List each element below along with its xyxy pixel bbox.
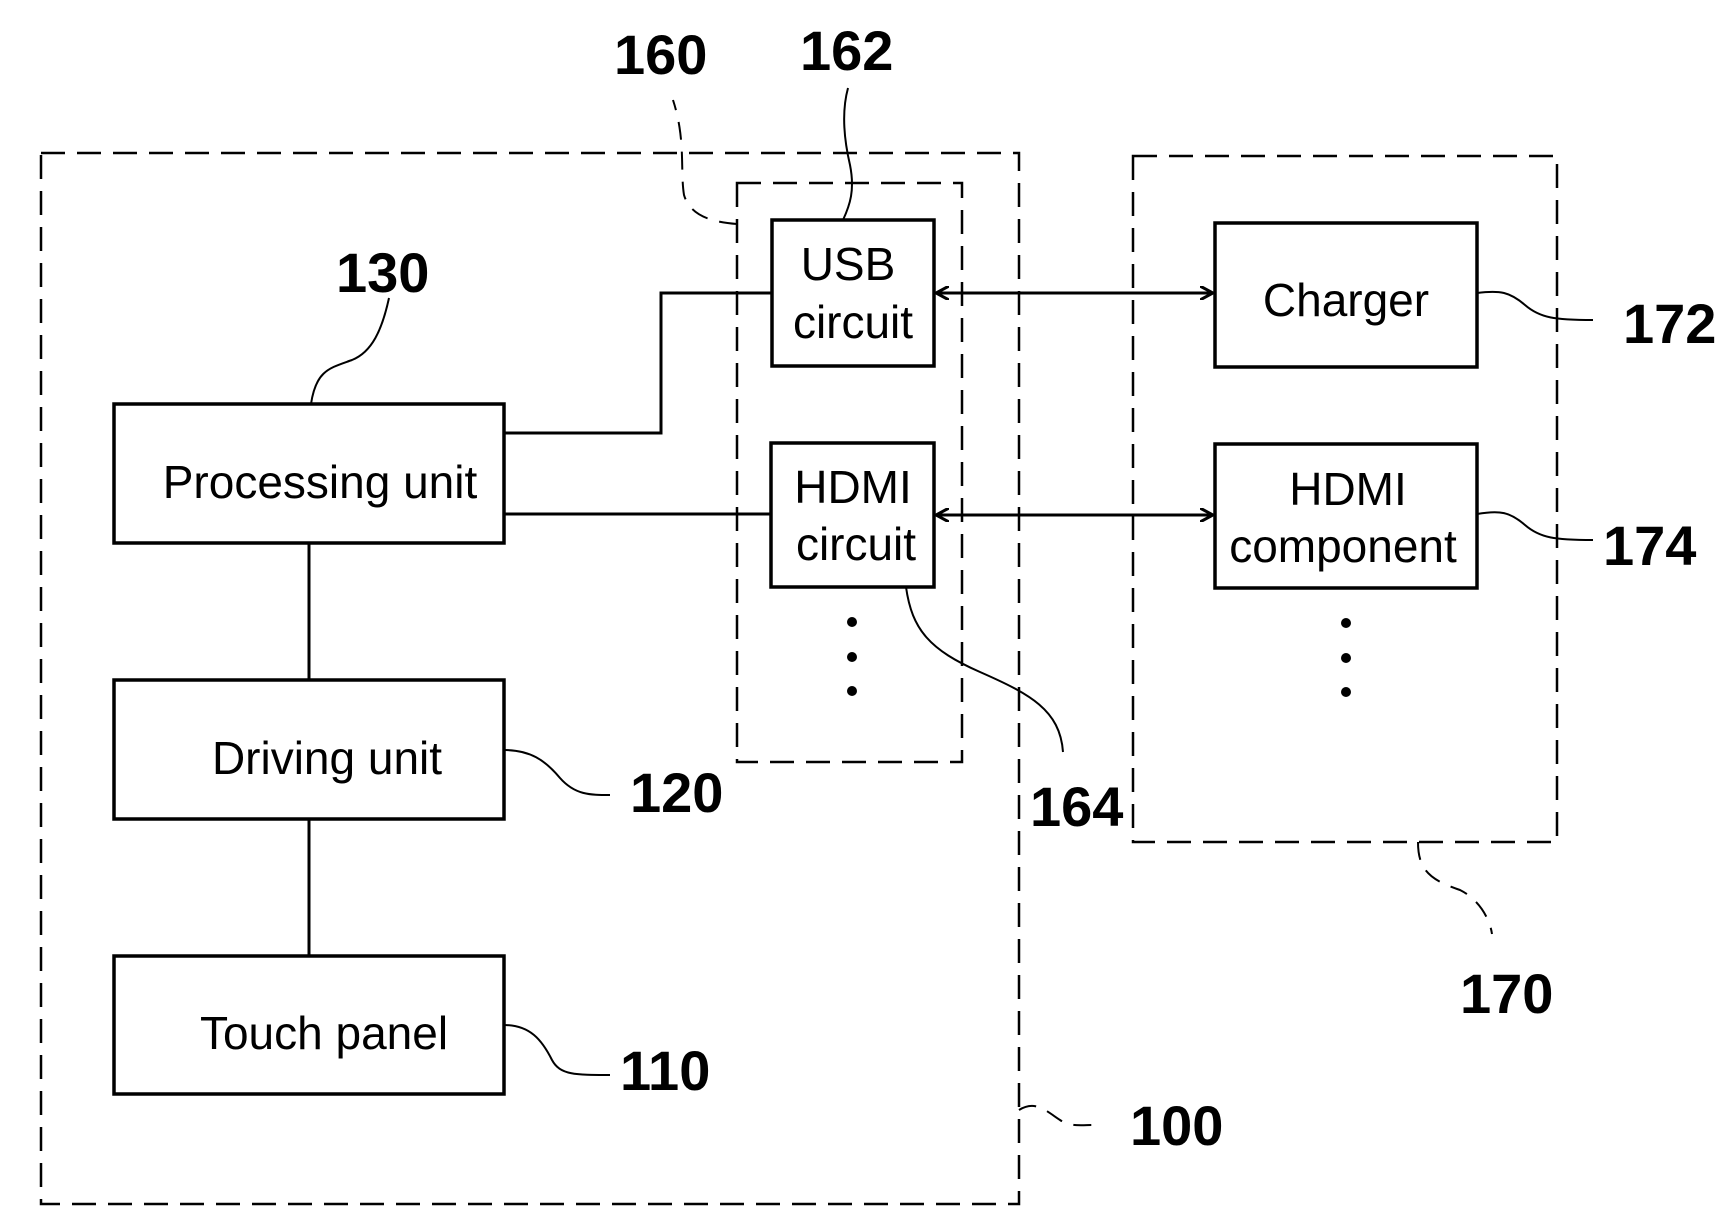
ref-172: 172 [1623, 292, 1716, 355]
ref-100: 100 [1130, 1094, 1223, 1157]
external-more-ellipsis [1341, 618, 1351, 697]
leader-130 [310, 297, 390, 405]
ref-120: 120 [630, 761, 723, 824]
leader-160 [672, 99, 738, 225]
usb-circuit-label-line1: USB [801, 238, 896, 290]
leader-100 [1018, 1104, 1096, 1127]
leader-120 [503, 749, 611, 796]
hdmi-circuit-label-line1: HDMI [794, 461, 912, 513]
leader-174 [1476, 511, 1594, 541]
interface-more-ellipsis [847, 617, 857, 696]
leader-172 [1476, 290, 1594, 321]
wire-processing-to-usb [504, 291, 772, 435]
leader-170 [1417, 841, 1493, 935]
ref-160: 160 [614, 23, 707, 86]
touch-panel-block: Touch panel [112, 954, 506, 1096]
ref-162: 162 [800, 19, 893, 82]
usb-circuit-label-line2: circuit [793, 296, 913, 348]
processing-unit-label: Processing unit [163, 456, 478, 508]
ref-110: 110 [620, 1039, 710, 1102]
leader-164 [905, 586, 1064, 753]
ref-130: 130 [336, 241, 429, 304]
driving-unit-block: Driving unit [112, 678, 506, 821]
ref-170: 170 [1460, 962, 1553, 1025]
driving-unit-label: Driving unit [212, 732, 442, 784]
charger-block: Charger [1213, 221, 1479, 369]
hdmi-circuit-block: HDMI circuit [769, 441, 936, 589]
hdmi-component-label-line1: HDMI [1289, 463, 1407, 515]
hdmi-circuit-label-line2: circuit [796, 518, 916, 570]
touch-panel-label: Touch panel [200, 1007, 448, 1059]
processing-unit-block: Processing unit [112, 402, 506, 545]
ref-164: 164 [1030, 775, 1123, 838]
charger-label: Charger [1263, 274, 1429, 326]
usb-circuit-block: USB circuit [770, 218, 936, 368]
hdmi-component-block: HDMI component [1213, 442, 1479, 590]
hdmi-component-label-line2: component [1229, 520, 1457, 572]
ref-174: 174 [1603, 514, 1696, 577]
leader-110 [503, 1024, 611, 1076]
block-diagram: Processing unit Driving unit Touch panel… [39, 19, 1716, 1206]
